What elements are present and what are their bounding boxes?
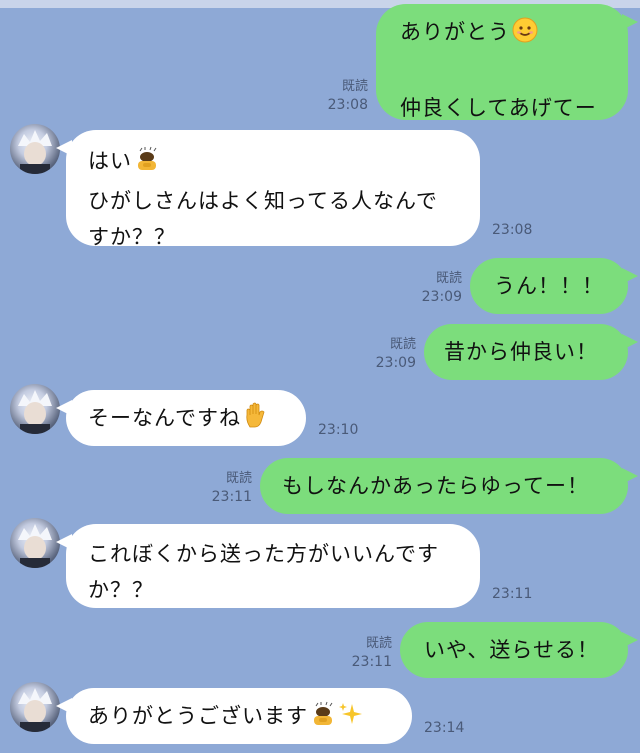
timestamp: 23:11: [351, 654, 392, 670]
message-bubble-outgoing[interactable]: いや、送らせる！: [400, 622, 638, 678]
raised-hand-emoji: [243, 401, 269, 440]
read-receipt: 既読: [389, 337, 416, 352]
read-receipt: 既読: [365, 636, 392, 651]
read-receipt: 既読: [225, 471, 252, 486]
message-bubble-outgoing[interactable]: うん！！！: [470, 258, 638, 314]
message-bubble-incoming[interactable]: はい ひがしさんはよく知ってる人なんで すか？？: [56, 130, 480, 249]
message-bubble-outgoing[interactable]: 昔から仲良い！: [424, 324, 638, 380]
avatar[interactable]: [10, 518, 60, 568]
message-bubble-outgoing[interactable]: もしなんかあったらゆってー！: [260, 458, 638, 514]
message-meta: 既読 23:11: [202, 469, 252, 507]
timestamp: 23:11: [492, 586, 533, 602]
message-meta: 既読 23:11: [340, 634, 392, 672]
message-text: うん！！！: [494, 274, 604, 298]
message-text: ありがとう: [400, 20, 510, 44]
message-text: はい: [88, 149, 132, 173]
message-text: すか？？: [88, 225, 176, 249]
message-text: ありがとうございます: [88, 704, 308, 728]
timestamp: 23:14: [424, 720, 465, 736]
message-text: そーなんですね: [88, 406, 241, 430]
timestamp: 23:09: [375, 355, 416, 371]
message-text: か？？: [88, 578, 154, 602]
avatar[interactable]: [10, 682, 60, 732]
timestamp: 23:08: [492, 222, 533, 238]
message-text: ひがしさんはよく知ってる人なんで: [88, 189, 438, 213]
timestamp: 23:09: [421, 289, 462, 305]
read-receipt: 既読: [435, 271, 462, 286]
avatar[interactable]: [10, 124, 60, 174]
message-meta: 既読 23:09: [410, 269, 462, 307]
message-meta: 既読 23:09: [364, 335, 416, 373]
message-text: いや、送らせる！: [424, 638, 599, 662]
message-text: これぼくから送った方がいいんです: [88, 542, 439, 566]
avatar[interactable]: [10, 384, 60, 434]
message-bubble-incoming[interactable]: そーなんですね: [56, 390, 306, 446]
timestamp: 23:11: [211, 489, 252, 505]
read-receipt: 既読: [341, 79, 368, 94]
bowing-person-emoji: [134, 146, 160, 183]
message-bubble-incoming[interactable]: ありがとうございます: [56, 688, 412, 744]
message-text: 仲良くしてあげてー: [400, 96, 597, 120]
timestamp: 23:08: [327, 97, 368, 113]
message-bubble-incoming[interactable]: これぼくから送った方がいいんです か？？: [56, 524, 480, 608]
sparkles-emoji: [338, 701, 364, 738]
message-bubble-outgoing[interactable]: ありがとう 仲良くしてあげてー: [376, 4, 638, 120]
smile-emoji: [512, 17, 538, 54]
timestamp: 23:10: [318, 422, 359, 438]
message-meta: 既読 23:08: [318, 77, 368, 115]
bowing-person-emoji: [310, 701, 336, 738]
message-text: 昔から仲良い！: [444, 340, 598, 364]
message-text: もしなんかあったらゆってー！: [282, 474, 589, 498]
